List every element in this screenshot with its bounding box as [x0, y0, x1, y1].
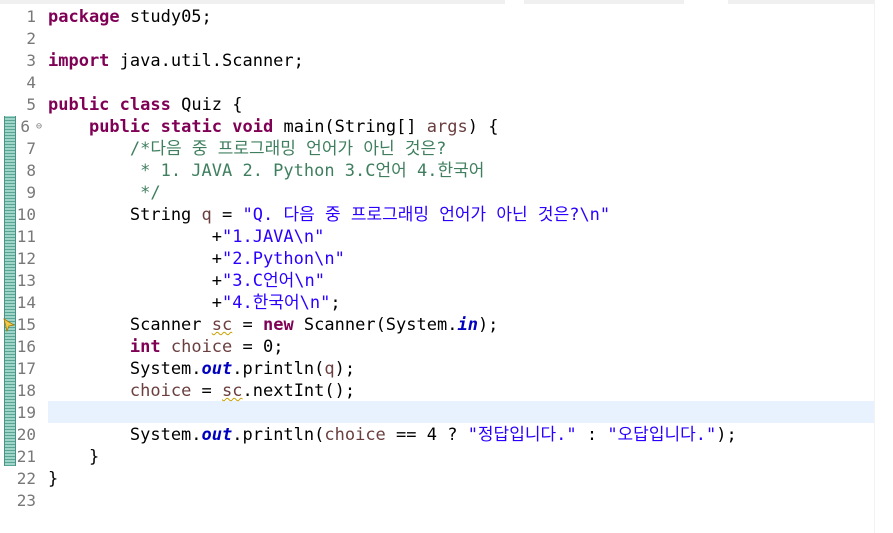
- line-number: 19: [16, 403, 36, 422]
- code-text: choice = sc.nextInt();: [129, 381, 356, 401]
- code-text: public static void main(String[] args) {: [88, 117, 499, 137]
- code-text: Scanner sc = new Scanner(System.in);: [48, 315, 499, 335]
- line-number: 7: [26, 139, 36, 158]
- line-number: 21: [16, 447, 36, 466]
- code-line[interactable]: 19: [0, 402, 893, 424]
- code-line[interactable]: 22}: [0, 468, 893, 490]
- line-number: 22: [16, 469, 36, 488]
- fold-toggle-icon[interactable]: ⊖: [36, 116, 42, 138]
- code-text: }: [48, 447, 100, 467]
- code-text: +"2.Python\n": [48, 249, 345, 269]
- overview-ruler[interactable]: [874, 0, 893, 533]
- code-line[interactable]: 17 System.out.println(q);: [0, 358, 893, 380]
- line-number: 12: [16, 249, 36, 268]
- line-number: 11: [16, 227, 36, 246]
- line-number: 10: [16, 205, 36, 224]
- code-text: package study05;: [48, 7, 212, 27]
- code-text: import java.util.Scanner;: [48, 51, 304, 71]
- line-number: 3: [26, 51, 36, 70]
- code-line[interactable]: 21 }: [0, 446, 893, 468]
- code-text: System.out.println(choice == 4 ? "정답입니다.…: [48, 425, 737, 445]
- line-number: 18: [16, 381, 36, 400]
- code-line[interactable]: 1 package study05;: [0, 6, 893, 28]
- code-line[interactable]: 18 choice = sc.nextInt();: [0, 380, 893, 402]
- line-number: 23: [16, 491, 36, 510]
- code-text: +"1.JAVA\n": [48, 227, 325, 247]
- line-number: 5: [26, 95, 36, 114]
- editor-top-strip: [0, 0, 893, 4]
- code-line[interactable]: 8 * 1. JAVA 2. Python 3.C언어 4.한국어: [0, 160, 893, 182]
- line-number: 8: [26, 161, 36, 180]
- code-line[interactable]: 20 System.out.println(choice == 4 ? "정답입…: [0, 424, 893, 446]
- line-number: 16: [16, 337, 36, 356]
- line-number: 4: [26, 73, 36, 92]
- line-number: 6: [20, 117, 30, 136]
- line-number: 20: [16, 425, 36, 444]
- code-line[interactable]: 11 +"1.JAVA\n": [0, 226, 893, 248]
- code-line[interactable]: 16 int choice = 0;: [0, 336, 893, 358]
- code-line[interactable]: 6 ⊖ public static void main(String[] args…: [0, 116, 893, 138]
- code-text: public class Quiz {: [48, 95, 243, 115]
- line-number: 14: [16, 293, 36, 312]
- code-line[interactable]: 7 /*다음 중 프로그래밍 언어가 아닌 것은?: [0, 138, 893, 160]
- code-text: +"4.한국어\n";: [48, 293, 341, 313]
- code-text: * 1. JAVA 2. Python 3.C언어 4.한국어: [48, 161, 485, 181]
- code-text: int choice = 0;: [129, 337, 284, 357]
- line-number: 13: [16, 271, 36, 290]
- code-text: /*다음 중 프로그래밍 언어가 아닌 것은?: [48, 139, 447, 159]
- line-number: 17: [16, 359, 36, 378]
- code-line[interactable]: 9 */: [0, 182, 893, 204]
- code-line[interactable]: 14 +"4.한국어\n";: [0, 292, 893, 314]
- code-line[interactable]: 10 String q = "Q. 다음 중 프로그래밍 언어가 아닌 것은?\…: [0, 204, 893, 226]
- code-line[interactable]: 4: [0, 72, 893, 94]
- line-number: 1: [26, 7, 36, 26]
- line-number: 9: [26, 183, 36, 202]
- code-text: String q = "Q. 다음 중 프로그래밍 언어가 아닌 것은?\n": [48, 205, 611, 225]
- line-number: 2: [26, 29, 36, 48]
- code-line[interactable]: 23: [0, 490, 893, 512]
- code-line[interactable]: 12 +"2.Python\n": [0, 248, 893, 270]
- code-line[interactable]: 3 import java.util.Scanner;: [0, 50, 893, 72]
- code-text: System.out.println(q);: [48, 359, 356, 379]
- code-line[interactable]: 15 Scanner sc = new Scanner(System.in);: [0, 314, 893, 336]
- code-line[interactable]: 5 public class Quiz {: [0, 94, 893, 116]
- code-editor[interactable]: 1 package study05; 2 3 import java.util.Scan…: [0, 0, 893, 533]
- line-number: 15: [16, 315, 36, 334]
- code-text: +"3.C언어\n": [48, 271, 325, 291]
- code-text: }: [48, 469, 59, 489]
- code-line[interactable]: 13 +"3.C언어\n": [0, 270, 893, 292]
- code-line[interactable]: 2: [0, 28, 893, 50]
- code-text: */: [48, 183, 161, 203]
